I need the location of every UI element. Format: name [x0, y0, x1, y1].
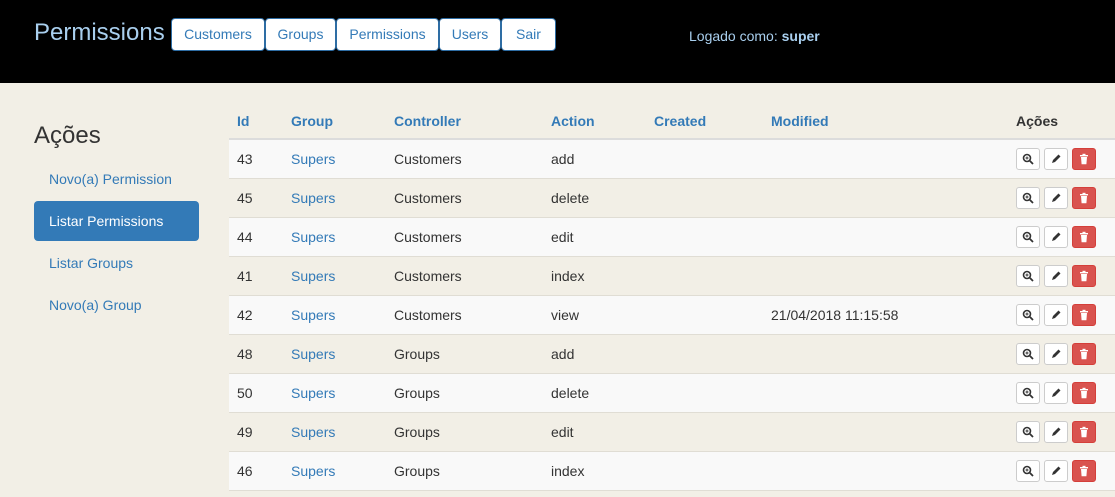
cell-controller: Customers [394, 268, 462, 284]
edit-button[interactable] [1044, 460, 1068, 482]
delete-button[interactable] [1072, 460, 1096, 482]
cell-action: delete [551, 190, 590, 206]
cell-controller: Groups [394, 424, 440, 440]
view-button[interactable] [1016, 148, 1040, 170]
login-user: super [781, 28, 820, 44]
cell-action: index [551, 268, 585, 284]
cell-group-link[interactable]: Supers [291, 229, 335, 245]
sidebar-item-new-group[interactable]: Novo(a) Group [34, 285, 199, 325]
cell-group-link[interactable]: Supers [291, 463, 335, 479]
login-status: Logado como: super [689, 28, 820, 44]
view-button[interactable] [1016, 226, 1040, 248]
cell-group-link[interactable]: Supers [291, 346, 335, 362]
login-label: Logado como: [689, 28, 778, 44]
sidebar-item-list-groups[interactable]: Listar Groups [34, 243, 199, 283]
table-body: 43 Supers Customers add 45 Supers Customers del… [229, 140, 1115, 491]
table-row: 41 Supers Customers index [229, 257, 1115, 296]
cell-group-link[interactable]: Supers [291, 268, 335, 284]
cell-modified: 21/04/2018 11:15:58 [771, 307, 899, 323]
edit-button[interactable] [1044, 421, 1068, 443]
brand-title[interactable]: Permissions [34, 19, 165, 47]
edit-button[interactable] [1044, 343, 1068, 365]
cell-id: 43 [237, 151, 253, 167]
column-header-action[interactable]: Action [551, 113, 595, 129]
cell-action: edit [551, 424, 574, 440]
sidebar-title: Ações [34, 122, 101, 149]
table-row: 43 Supers Customers add [229, 140, 1115, 179]
view-button[interactable] [1016, 187, 1040, 209]
edit-button[interactable] [1044, 187, 1068, 209]
table-row: 45 Supers Customers delete [229, 179, 1115, 218]
table-row: 46 Supers Groups index [229, 452, 1115, 491]
delete-button[interactable] [1072, 382, 1096, 404]
delete-button[interactable] [1072, 148, 1096, 170]
delete-button[interactable] [1072, 187, 1096, 209]
cell-id: 49 [237, 424, 253, 440]
cell-controller: Groups [394, 463, 440, 479]
edit-button[interactable] [1044, 148, 1068, 170]
cell-action: add [551, 151, 575, 167]
permissions-table: Id Group Controller Action Created Modif… [229, 101, 1115, 491]
cell-action: delete [551, 385, 590, 401]
delete-button[interactable] [1072, 343, 1096, 365]
cell-id: 42 [237, 307, 253, 323]
column-header-created[interactable]: Created [654, 113, 706, 129]
cell-id: 46 [237, 463, 253, 479]
edit-button[interactable] [1044, 226, 1068, 248]
nav-users-button[interactable]: Users [439, 18, 501, 51]
delete-button[interactable] [1072, 304, 1096, 326]
edit-button[interactable] [1044, 382, 1068, 404]
edit-button[interactable] [1044, 304, 1068, 326]
cell-group-link[interactable]: Supers [291, 424, 335, 440]
cell-id: 41 [237, 268, 253, 284]
nav-sair-button[interactable]: Sair [501, 18, 556, 51]
column-header-actions: Ações [1016, 113, 1059, 129]
nav-permissions-button[interactable]: Permissions [336, 18, 439, 51]
cell-action: view [551, 307, 580, 323]
cell-action: index [551, 463, 585, 479]
cell-id: 48 [237, 346, 253, 362]
cell-id: 50 [237, 385, 253, 401]
view-button[interactable] [1016, 460, 1040, 482]
delete-button[interactable] [1072, 421, 1096, 443]
cell-controller: Customers [394, 151, 462, 167]
cell-id: 45 [237, 190, 253, 206]
cell-action: add [551, 346, 575, 362]
view-button[interactable] [1016, 304, 1040, 326]
sidebar-item-list-permissions[interactable]: Listar Permissions [34, 201, 199, 241]
cell-controller: Groups [394, 385, 440, 401]
sidebar-item-new-permission[interactable]: Novo(a) Permission [34, 159, 199, 199]
top-navbar: Permissions Customers Groups Permissions… [0, 0, 1115, 83]
cell-controller: Customers [394, 229, 462, 245]
nav-groups-button[interactable]: Groups [265, 18, 336, 51]
view-button[interactable] [1016, 382, 1040, 404]
table-row: 48 Supers Groups add [229, 335, 1115, 374]
edit-button[interactable] [1044, 265, 1068, 287]
view-button[interactable] [1016, 265, 1040, 287]
cell-controller: Customers [394, 307, 462, 323]
view-button[interactable] [1016, 421, 1040, 443]
cell-group-link[interactable]: Supers [291, 190, 335, 206]
cell-group-link[interactable]: Supers [291, 307, 335, 323]
cell-action: edit [551, 229, 574, 245]
delete-button[interactable] [1072, 226, 1096, 248]
view-button[interactable] [1016, 343, 1040, 365]
delete-button[interactable] [1072, 265, 1096, 287]
nav-customers-button[interactable]: Customers [171, 18, 265, 51]
cell-group-link[interactable]: Supers [291, 385, 335, 401]
column-header-modified[interactable]: Modified [771, 113, 829, 129]
table-row: 44 Supers Customers edit [229, 218, 1115, 257]
cell-controller: Customers [394, 190, 462, 206]
table-header: Id Group Controller Action Created Modif… [229, 101, 1115, 140]
cell-group-link[interactable]: Supers [291, 151, 335, 167]
cell-id: 44 [237, 229, 253, 245]
column-header-controller[interactable]: Controller [394, 113, 461, 129]
table-row: 49 Supers Groups edit [229, 413, 1115, 452]
column-header-id[interactable]: Id [237, 113, 249, 129]
table-row: 42 Supers Customers view 21/04/2018 11:15:58 [229, 296, 1115, 335]
table-row: 50 Supers Groups delete [229, 374, 1115, 413]
column-header-group[interactable]: Group [291, 113, 333, 129]
cell-controller: Groups [394, 346, 440, 362]
